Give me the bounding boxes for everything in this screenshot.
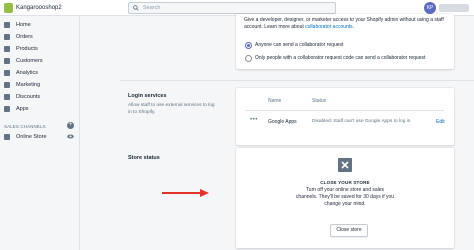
search-input[interactable]: Search [128, 2, 336, 14]
store-status-title: Store status [128, 155, 160, 161]
collaborator-accounts-link[interactable]: collaborator accounts. [305, 24, 354, 30]
google-apps-status: Disabled: Staff can't use Google Apps to… [312, 119, 411, 124]
sidebar-item-label: Marketing [16, 82, 41, 88]
sales-channels-header: SALES CHANNELS [4, 124, 46, 129]
close-store-button[interactable]: Close store [330, 224, 368, 237]
sidebar-item-label: Home [16, 22, 31, 28]
tag-icon [4, 46, 10, 52]
sidebar-item-orders[interactable]: Orders [4, 32, 76, 42]
sidebar-item-label: Online Store [16, 134, 47, 140]
sidebar-item-discounts[interactable]: Discounts [4, 92, 76, 102]
sidebar-item-label: Discounts [16, 94, 41, 100]
collaborators-card: Give a developer, designer, or marketer … [236, 14, 454, 69]
section-divider [120, 80, 474, 81]
main-content: Give a developer, designer, or marketer … [80, 14, 474, 250]
eye-icon[interactable] [67, 134, 74, 139]
sidebar-item-label: Orders [16, 34, 33, 40]
login-services-description: Allow staff to use external services to … [128, 103, 215, 115]
megaphone-icon [4, 82, 10, 88]
store-icon [4, 134, 10, 140]
sidebar-item-customers[interactable]: Customers [4, 56, 76, 66]
collaborators-description: Give a developer, designer, or marketer … [244, 17, 450, 31]
add-sales-channel-icon[interactable]: + [67, 122, 74, 129]
sidebar-item-label: Analytics [16, 70, 39, 76]
store-status-card: CLOSE YOUR STORE Turn off your online st… [236, 148, 454, 248]
radio-code-only-label: Only people with a collaborator request … [255, 55, 426, 61]
close-store-description: Turn off your online store and sales cha… [295, 187, 395, 207]
person-icon [4, 58, 10, 64]
avatar[interactable]: KP [424, 2, 436, 14]
close-store-icon [338, 158, 352, 172]
login-services-card: Name Status ••• Google Apps Disabled: St… [236, 88, 454, 145]
chart-icon [4, 70, 10, 76]
radio-anyone[interactable] [245, 42, 252, 49]
more-dots-icon: ••• [250, 117, 258, 123]
sidebar-item-label: Products [16, 46, 38, 52]
annotation-arrow-icon [162, 189, 209, 197]
apps-icon [4, 106, 10, 112]
radio-code-only[interactable] [245, 55, 252, 62]
sidebar-item-marketing[interactable]: Marketing [4, 80, 76, 90]
user-name-blurred[interactable] [439, 4, 469, 12]
search-placeholder: Search [143, 5, 161, 11]
sidebar-item-analytics[interactable]: Analytics [4, 68, 76, 78]
sidebar-item-products[interactable]: Products [4, 44, 76, 54]
home-icon [4, 22, 10, 28]
column-header-name: Name [268, 98, 282, 104]
sidebar-item-online-store[interactable]: Online Store [4, 132, 76, 142]
google-apps-name: Google Apps [268, 119, 297, 125]
sidebar: Home Orders Products Customers Analytics… [0, 16, 80, 250]
shopify-logo-icon[interactable] [4, 3, 13, 13]
orders-icon [4, 34, 10, 40]
store-name[interactable]: Kangaroooshop2 [16, 3, 62, 13]
login-services-title: Login services [128, 93, 167, 99]
sidebar-item-label: Apps [16, 106, 29, 112]
search-icon [133, 5, 139, 11]
table-divider [246, 110, 444, 111]
sidebar-item-home[interactable]: Home [4, 20, 76, 30]
close-store-title: CLOSE YOUR STORE [320, 180, 370, 185]
column-header-status: Status [312, 98, 327, 104]
sidebar-item-label: Customers [16, 58, 43, 64]
discount-icon [4, 94, 10, 100]
radio-anyone-label: Anyone can send a collaborator request [255, 42, 344, 48]
google-apps-edit-link[interactable]: Edit [436, 119, 445, 125]
sidebar-item-apps[interactable]: Apps [4, 104, 76, 114]
